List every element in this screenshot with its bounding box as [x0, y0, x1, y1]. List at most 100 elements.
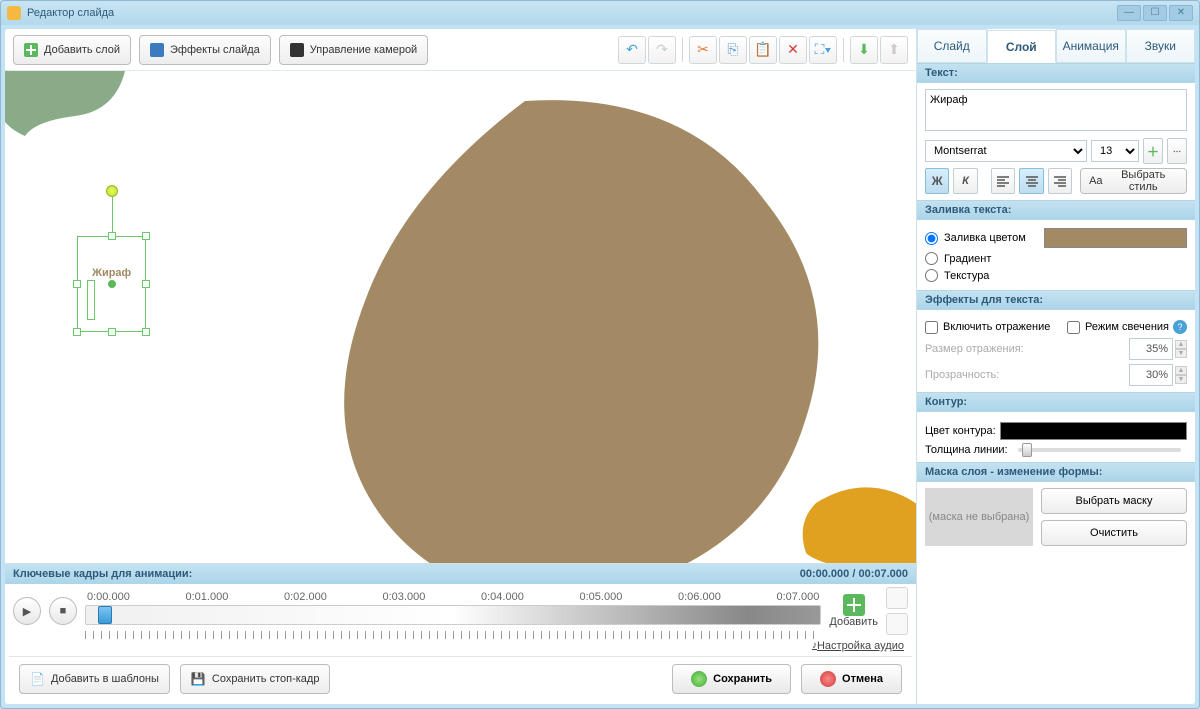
fit-button[interactable]: ⛶▾ [809, 36, 837, 64]
font-size-select[interactable]: 13 [1091, 140, 1139, 162]
keyframes-header: Ключевые кадры для анимации: 00:00.000 /… [5, 564, 916, 584]
camera-icon [290, 43, 304, 57]
center-handle[interactable] [108, 280, 116, 288]
reflection-size-input[interactable] [1129, 338, 1173, 360]
align-right-button[interactable] [1048, 168, 1072, 194]
rotate-handle[interactable] [106, 185, 118, 197]
add-keyframe-button[interactable]: Добавить [829, 594, 878, 628]
undo-button[interactable]: ↶ [618, 36, 646, 64]
handle-tr[interactable] [142, 232, 150, 240]
layer-up-button[interactable]: ⬆ [880, 36, 908, 64]
tab-layer[interactable]: Слой [987, 30, 1057, 63]
section-outline-header: Контур: [917, 392, 1195, 412]
edit-keyframe-button[interactable] [886, 587, 908, 609]
paste-button[interactable]: 📋 [749, 36, 777, 64]
cut-button[interactable]: ✂ [689, 36, 717, 64]
text-input[interactable]: Жираф [925, 89, 1187, 131]
choose-style-button[interactable]: Aa Выбрать стиль [1080, 168, 1187, 194]
copy-button[interactable]: ⎘ [719, 36, 747, 64]
keyframes-panel: Ключевые кадры для анимации: 00:00.000 /… [5, 563, 916, 656]
section-mask-header: Маска слоя - изменение формы: [917, 462, 1195, 482]
fill-texture-label: Текстура [944, 270, 989, 282]
delete-button[interactable]: ✕ [779, 36, 807, 64]
fill-color-swatch[interactable] [1044, 228, 1187, 248]
audio-settings-link[interactable]: ♪ Настройка аудио [5, 638, 916, 656]
glow-checkbox[interactable] [1067, 321, 1080, 334]
mask-preview: (маска не выбрана) [925, 488, 1033, 546]
fill-gradient-radio[interactable] [925, 252, 938, 265]
selected-text-layer[interactable]: Жираф [77, 236, 146, 332]
redo-button[interactable]: ↷ [648, 36, 676, 64]
font-family-select[interactable]: Montserrat [925, 140, 1087, 162]
outline-color-swatch[interactable] [1000, 422, 1187, 440]
choose-mask-button[interactable]: Выбрать маску [1041, 488, 1187, 514]
cancel-button[interactable]: Отмена [801, 664, 902, 694]
play-button[interactable]: ▶ [13, 597, 41, 625]
add-to-templates-button[interactable]: 📄 Добавить в шаблоны [19, 664, 170, 694]
rotate-line [112, 192, 113, 237]
handle-bm[interactable] [108, 328, 116, 336]
more-fonts-button[interactable]: ⋯ [1167, 138, 1187, 164]
fill-color-label: Заливка цветом [944, 232, 1026, 244]
camera-control-button[interactable]: Управление камерой [279, 35, 428, 65]
tab-slide[interactable]: Слайд [917, 29, 987, 62]
titlebar: Редактор слайда — ☐ ✕ [1, 1, 1199, 25]
fill-color-radio[interactable] [925, 232, 938, 245]
tab-animation[interactable]: Анимация [1056, 29, 1126, 62]
check-icon [691, 671, 707, 687]
section-text-header: Текст: [917, 63, 1195, 83]
section-effects-header: Эффекты для текста: [917, 290, 1195, 310]
text-content: Жираф [92, 267, 131, 279]
close-button[interactable]: ✕ [1169, 5, 1193, 21]
align-center-button[interactable] [1019, 168, 1043, 194]
opacity-input[interactable] [1129, 364, 1173, 386]
handle-mr[interactable] [142, 280, 150, 288]
slide-effects-label: Эффекты слайда [170, 44, 260, 56]
fill-texture-radio[interactable] [925, 269, 938, 282]
timeline[interactable]: 0:00.0000:01.0000:02.0000:03.0000:04.000… [85, 591, 821, 631]
reflection-label: Включить отражение [943, 321, 1050, 333]
add-layer-button[interactable]: Добавить слой [13, 35, 131, 65]
outline-thickness-label: Толщина линии: [925, 444, 1008, 456]
timeline-marker[interactable] [98, 606, 112, 624]
canvas[interactable]: Жираф [5, 71, 916, 563]
fill-gradient-label: Градиент [944, 253, 991, 265]
tab-sounds[interactable]: Звуки [1126, 29, 1196, 62]
add-keyframe-label: Добавить [829, 616, 878, 628]
bold-toggle[interactable]: Ж [925, 168, 949, 194]
camera-control-label: Управление камерой [310, 44, 417, 56]
handle-tl[interactable] [87, 280, 95, 320]
handle-ml[interactable] [73, 280, 81, 288]
slide-effects-button[interactable]: Эффекты слайда [139, 35, 271, 65]
shape-green [5, 71, 125, 151]
italic-toggle[interactable]: К [953, 168, 977, 194]
keyframes-title: Ключевые кадры для анимации: [13, 568, 800, 580]
reflection-checkbox[interactable] [925, 321, 938, 334]
shape-brown [265, 91, 865, 563]
handle-bl[interactable] [73, 328, 81, 336]
stop-button[interactable]: ■ [49, 597, 77, 625]
maximize-button[interactable]: ☐ [1143, 5, 1167, 21]
add-layer-label: Добавить слой [44, 44, 120, 56]
add-font-button[interactable]: ＋ [1143, 138, 1163, 164]
right-panel: Слайд Слой Анимация Звуки Текст: Жираф M… [917, 29, 1195, 704]
layer-down-button[interactable]: ⬇ [850, 36, 878, 64]
delete-keyframe-button[interactable] [886, 613, 908, 635]
window-title: Редактор слайда [27, 7, 1117, 19]
minimize-button[interactable]: — [1117, 5, 1141, 21]
align-left-button[interactable] [991, 168, 1015, 194]
help-icon[interactable]: ? [1173, 320, 1187, 334]
cancel-icon [820, 671, 836, 687]
reflection-size-label: Размер отражения: [925, 343, 1024, 355]
app-icon [7, 6, 21, 20]
outline-thickness-slider[interactable] [1018, 448, 1181, 452]
save-button[interactable]: Сохранить [672, 664, 791, 694]
save-stop-frame-button[interactable]: 💾 Сохранить стоп-кадр [180, 664, 331, 694]
handle-tm[interactable] [108, 232, 116, 240]
shape-yellow [796, 473, 916, 563]
bottom-bar: 📄 Добавить в шаблоны 💾 Сохранить стоп-ка… [9, 656, 912, 700]
time-display: 00:00.000 / 00:07.000 [800, 568, 908, 580]
handle-br[interactable] [142, 328, 150, 336]
section-fill-header: Заливка текста: [917, 200, 1195, 220]
clear-mask-button[interactable]: Очистить [1041, 520, 1187, 546]
